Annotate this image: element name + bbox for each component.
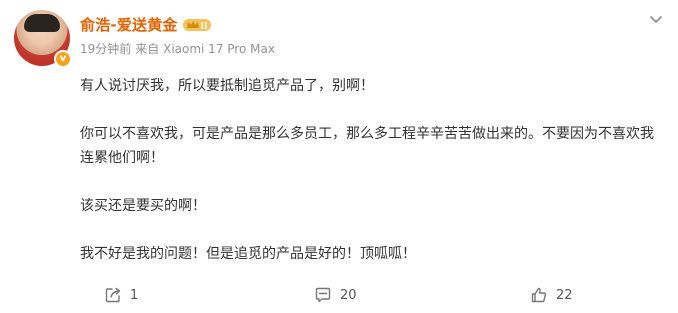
like-button[interactable]: 22 bbox=[530, 284, 573, 306]
avatar[interactable]: v bbox=[14, 10, 72, 68]
weibo-post: v 俞浩-爱送黄金 II 19分钟前 来自 Xiaomi 17 Pro Max … bbox=[0, 0, 678, 313]
comment-icon bbox=[315, 287, 331, 303]
name-row: 俞浩-爱送黄金 II bbox=[80, 14, 211, 34]
share-count: 1 bbox=[130, 287, 139, 303]
like-count: 22 bbox=[556, 287, 573, 303]
comment-count: 20 bbox=[340, 287, 357, 303]
chevron-down-icon[interactable] bbox=[648, 12, 664, 28]
post-content: 有人说讨厌我，所以要抵制追觅产品了，别啊！ 你可以不喜欢我，可是产品是那么多员工… bbox=[80, 74, 660, 266]
post-paragraph: 有人说讨厌我，所以要抵制追觅产品了，别啊！ bbox=[80, 78, 374, 94]
thumbs-up-icon bbox=[531, 287, 547, 303]
verified-v-icon: v bbox=[54, 50, 72, 68]
post-paragraph: 我不好是我的问题！但是追觅的产品是好的！顶呱呱！ bbox=[80, 246, 416, 262]
post-paragraph: 该买还是要买的啊！ bbox=[80, 198, 206, 214]
post-paragraph: 你可以不喜欢我，可是产品是那么多员工，那么多工程辛辛苦苦做出来的。不要因为不喜欢… bbox=[80, 126, 654, 166]
username[interactable]: 俞浩-爱送黄金 bbox=[80, 14, 178, 35]
share-icon bbox=[105, 287, 121, 303]
comment-button[interactable]: 20 bbox=[314, 284, 357, 306]
crown-badge-icon[interactable]: II bbox=[182, 17, 211, 31]
post-meta: 19分钟前 来自 Xiaomi 17 Pro Max bbox=[80, 40, 275, 57]
post-source: 来自 Xiaomi 17 Pro Max bbox=[135, 42, 275, 56]
share-button[interactable]: 1 bbox=[104, 284, 138, 306]
action-bar: 1 20 22 bbox=[0, 284, 678, 306]
badge-level-text: II bbox=[200, 21, 208, 31]
post-time[interactable]: 19分钟前 bbox=[80, 40, 131, 57]
